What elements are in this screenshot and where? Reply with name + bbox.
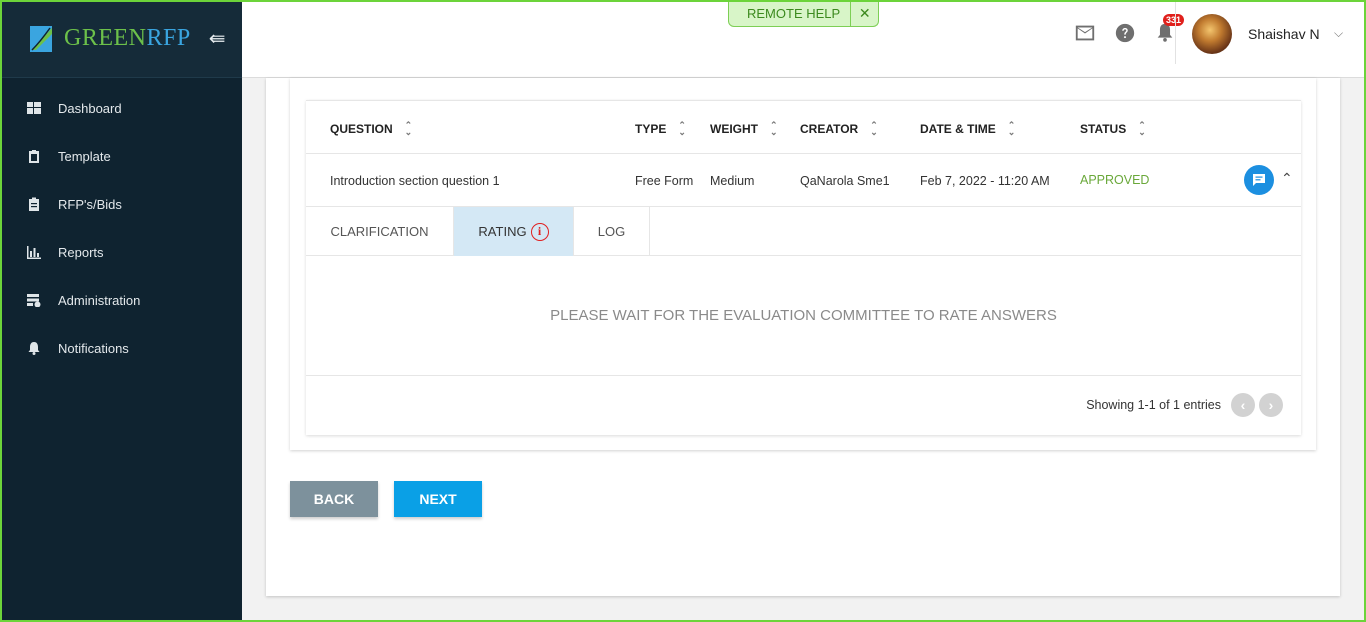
tab-log[interactable]: LOG: [574, 207, 650, 256]
remote-help-button[interactable]: REMOTE HELP: [729, 6, 850, 21]
table-footer: Showing 1-1 of 1 entries ‹ ›: [306, 376, 1301, 435]
sort-icon[interactable]: ⌃ ⌄: [405, 121, 413, 137]
brand-name: GREENRFP: [64, 25, 191, 51]
questions-table: QUESTION ⌃ ⌄ TYPE ⌃ ⌄ WEIGHT ⌃ ⌄ CREATOR ⌃ ⌄ DAT…: [306, 100, 1301, 435]
sort-icon[interactable]: ⌃ ⌄: [1138, 121, 1146, 137]
sidebar-item-notifications[interactable]: Notifications: [0, 324, 242, 372]
question-card: QUESTION ⌃ ⌄ TYPE ⌃ ⌄ WEIGHT ⌃ ⌄ CREATOR ⌃ ⌄ DAT…: [290, 78, 1316, 450]
collapse-sidebar-icon[interactable]: ⇚: [209, 26, 226, 51]
cell-type: Free Form: [635, 174, 694, 188]
info-icon[interactable]: i: [530, 222, 549, 241]
collapse-row-icon[interactable]: ⌃: [1281, 170, 1293, 187]
back-button[interactable]: BACK: [290, 481, 378, 517]
logo-icon: [30, 25, 52, 52]
help-icon[interactable]: [1114, 22, 1136, 44]
cell-creator: QaNarola Sme1: [800, 174, 890, 188]
top-header: REMOTE HELP ✕ 331 Shaishav N ⌵: [242, 0, 1366, 78]
sort-icon[interactable]: ⌃ ⌄: [770, 121, 778, 137]
column-header-date-time[interactable]: DATE & TIME ⌃ ⌄: [920, 121, 1016, 137]
clipboard-icon: [26, 196, 42, 212]
column-header-type[interactable]: TYPE ⌃ ⌄: [635, 121, 686, 137]
sidebar-item-administration[interactable]: Administration: [0, 276, 242, 324]
dashboard-icon: [26, 100, 42, 116]
header-divider: [1175, 0, 1176, 64]
next-button[interactable]: NEXT: [394, 481, 482, 517]
cell-question: Introduction section question 1: [330, 174, 500, 188]
column-header-question[interactable]: QUESTION ⌃ ⌄: [330, 121, 413, 137]
admin-icon: [26, 292, 42, 308]
sidebar-item-reports[interactable]: Reports: [0, 228, 242, 276]
table-header: QUESTION ⌃ ⌄ TYPE ⌃ ⌄ WEIGHT ⌃ ⌄ CREATOR ⌃ ⌄ DAT…: [306, 100, 1301, 154]
sidebar-item-label: Dashboard: [58, 100, 122, 116]
sort-icon[interactable]: ⌃ ⌄: [678, 121, 686, 137]
sidebar-item-rfps-bids[interactable]: RFP's/Bids: [0, 180, 242, 228]
header-icons: 331: [1074, 14, 1184, 44]
sidebar-item-label: Administration: [58, 292, 141, 308]
sidebar-item-template[interactable]: Template: [0, 132, 242, 180]
remote-help-bar: REMOTE HELP ✕: [728, 0, 880, 27]
tab-clarification[interactable]: CLARIFICATION: [306, 207, 454, 256]
column-header-status[interactable]: STATUS ⌃ ⌄: [1080, 121, 1146, 137]
chevron-down-icon[interactable]: ⌵: [1334, 26, 1343, 41]
column-header-weight[interactable]: WEIGHT ⌃ ⌄: [710, 121, 778, 137]
brand: GREENRFP ⇚: [0, 0, 242, 78]
empty-rating-message: PLEASE WAIT FOR THE EVALUATION COMMITTEE…: [306, 256, 1301, 376]
template-icon: [26, 148, 42, 164]
cell-weight: Medium: [710, 174, 755, 188]
sidebar-item-dashboard[interactable]: Dashboard: [0, 84, 242, 132]
pagination-info: Showing 1-1 of 1 entries: [1086, 398, 1221, 412]
comment-button[interactable]: [1244, 165, 1274, 195]
close-icon[interactable]: ✕: [850, 0, 878, 26]
notification-badge: 331: [1162, 14, 1184, 26]
user-name[interactable]: Shaishav N: [1248, 26, 1320, 42]
bell-icon: [26, 340, 42, 356]
notification-bell-icon[interactable]: 331: [1154, 14, 1184, 44]
tab-rating[interactable]: RATING i: [454, 207, 574, 256]
sidebar-item-label: Notifications: [58, 340, 129, 356]
cell-date-time: Feb 7, 2022 - 11:20 AM: [920, 174, 1050, 188]
previous-page-button[interactable]: ‹: [1231, 393, 1255, 417]
main-content: QUESTION ⌃ ⌄ TYPE ⌃ ⌄ WEIGHT ⌃ ⌄ CREATOR ⌃ ⌄ DAT…: [266, 78, 1340, 596]
sidebar-item-label: RFP's/Bids: [58, 196, 122, 212]
sidebar-item-label: Reports: [58, 244, 104, 260]
sort-icon[interactable]: ⌃ ⌄: [870, 121, 878, 137]
mail-icon[interactable]: [1074, 22, 1096, 44]
column-header-creator[interactable]: CREATOR ⌃ ⌄: [800, 121, 878, 137]
detail-tabs: CLARIFICATION RATING i LOG: [306, 207, 1301, 256]
table-row[interactable]: Introduction section question 1 Free For…: [306, 154, 1301, 207]
sidebar-nav: Dashboard Template RFP's/Bids Reports Ad…: [0, 84, 242, 372]
next-page-button[interactable]: ›: [1259, 393, 1283, 417]
sidebar: GREENRFP ⇚ Dashboard Template RFP's/Bids…: [0, 0, 242, 622]
avatar[interactable]: [1192, 14, 1232, 54]
sidebar-item-label: Template: [58, 148, 111, 164]
comment-icon: [1253, 174, 1265, 186]
bar-chart-icon: [26, 244, 42, 260]
sort-icon[interactable]: ⌃ ⌄: [1008, 121, 1016, 137]
status-badge: APPROVED: [1080, 173, 1150, 187]
